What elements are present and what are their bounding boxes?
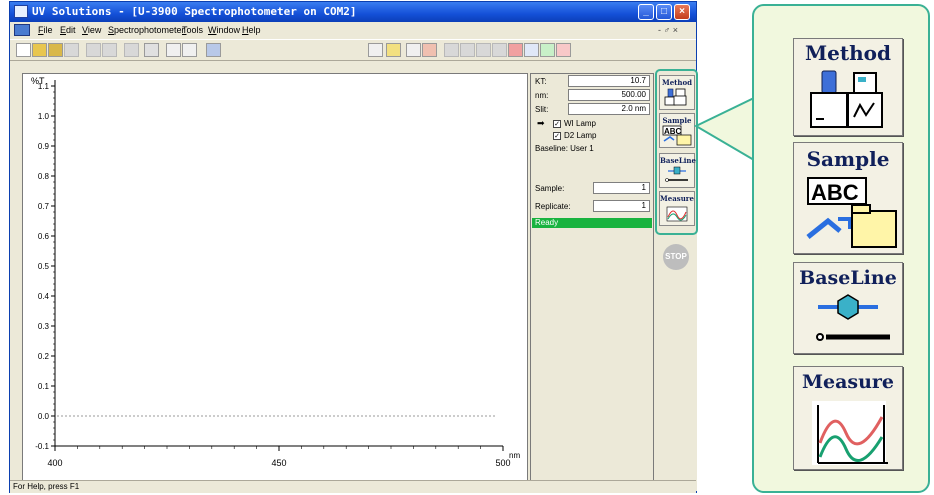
x-tick-label: 400 — [47, 458, 62, 468]
method-large-label: Method — [805, 41, 891, 65]
stop-button[interactable]: STOP — [663, 244, 689, 270]
open-folder-icon[interactable] — [48, 43, 63, 57]
replicate-value: 1 — [593, 200, 650, 212]
kt-label: KT: — [535, 77, 547, 86]
cut-icon[interactable] — [86, 43, 101, 57]
measure-large-label: Measure — [801, 371, 895, 393]
cursor2-icon[interactable] — [460, 43, 475, 57]
y-tick-label: 0.4 — [38, 292, 50, 301]
y-tick-label: 0.7 — [38, 202, 50, 211]
highlight-frame — [655, 69, 698, 235]
paste-icon[interactable] — [124, 43, 139, 57]
maximize-button[interactable]: □ — [656, 4, 672, 20]
y-tick-label: 0.6 — [38, 232, 50, 241]
y-tick-label: 1.0 — [38, 112, 50, 121]
help-question-icon[interactable] — [166, 43, 181, 57]
menu-window[interactable]: Window — [208, 25, 240, 35]
sample-icon-text: ABC — [811, 180, 859, 205]
lambda-icon[interactable] — [406, 43, 421, 57]
scan-icon[interactable] — [368, 43, 383, 57]
cursor-icon[interactable] — [444, 43, 459, 57]
scale-icon[interactable] — [476, 43, 491, 57]
wi-lamp-label: WI Lamp — [564, 119, 597, 128]
baseline-status: Baseline: User 1 — [535, 144, 594, 153]
user-icon[interactable] — [386, 43, 401, 57]
sample-large-icon: ABC — [806, 177, 897, 248]
method-large-icon — [810, 70, 883, 128]
slit-value: 2.0 nm — [568, 103, 650, 115]
baseline-large-label: BaseLine — [799, 267, 897, 289]
peak-icon[interactable] — [492, 43, 507, 57]
minimize-button[interactable]: _ — [638, 4, 654, 20]
add-overlay-icon[interactable] — [540, 43, 555, 57]
plot-svg: %T1.11.00.90.80.70.60.50.40.30.20.10.0-0… — [31, 76, 520, 468]
status-text: For Help, press F1 — [13, 482, 80, 491]
info-panel: KT: 10.7 nm: 500.00 Slit: 2.0 nm ➡ ✓ WI … — [530, 73, 654, 491]
remove-overlay-icon[interactable] — [556, 43, 571, 57]
sample-button-large[interactable]: Sample ABC — [793, 142, 903, 254]
document-icon[interactable] — [14, 24, 30, 36]
sample-value: 1 — [593, 182, 650, 194]
y-tick-label: 0.3 — [38, 322, 50, 331]
save-icon[interactable] — [64, 43, 79, 57]
mdi-controls[interactable]: - ♂ × — [658, 25, 678, 35]
open-icon[interactable] — [32, 43, 47, 57]
y-tick-label: 0.8 — [38, 172, 50, 181]
method-button-large[interactable]: Method — [793, 38, 903, 136]
y-tick-label: 0.2 — [38, 352, 50, 361]
kt-value: 10.7 — [568, 75, 650, 87]
status-ready-bar: Ready — [532, 218, 652, 228]
copy-icon[interactable] — [102, 43, 117, 57]
close-button[interactable]: × — [674, 4, 690, 20]
app-icon — [14, 5, 28, 18]
menu-spectrophotometer[interactable]: Spectrophotometer — [108, 25, 185, 35]
arrow-icon: ➡ — [537, 118, 545, 128]
zero-icon[interactable] — [422, 43, 437, 57]
spectrum-plot[interactable]: %T 1.1 1.0 0.9 0.8 0.7 0.6 0.5 0.4 0.3 0.2 0.1 0.0 -0… — [22, 73, 528, 491]
replicate-label: Replicate: — [535, 202, 571, 211]
nm-label: nm: — [535, 91, 549, 100]
wi-lamp-checkbox[interactable]: ✓ — [553, 120, 561, 128]
zoom-icon[interactable] — [524, 43, 539, 57]
menu-view[interactable]: View — [82, 25, 101, 35]
menu-bar: File Edit View Spectrophotometer Tools W… — [10, 22, 696, 39]
y-tick-label: 0.9 — [38, 142, 50, 151]
nm-value: 500.00 — [568, 89, 650, 101]
y-tick-label: 0.1 — [38, 382, 50, 391]
menu-help[interactable]: Help — [242, 25, 261, 35]
menu-edit[interactable]: Edit — [60, 25, 76, 35]
measure-button-large[interactable]: Measure — [793, 366, 903, 470]
y-tick-label: 0.5 — [38, 262, 50, 271]
y-tick-label: 0.0 — [38, 412, 50, 421]
d2-lamp-label: D2 Lamp — [564, 131, 597, 140]
baseline-large-icon — [816, 294, 890, 341]
new-icon[interactable] — [16, 43, 31, 57]
context-help-icon[interactable] — [182, 43, 197, 57]
toolbar — [10, 39, 696, 61]
slit-label: Slit: — [535, 105, 549, 114]
d2-lamp-checkbox[interactable]: ✓ — [553, 132, 561, 140]
report-icon[interactable] — [206, 43, 221, 57]
grid-icon[interactable] — [508, 43, 523, 57]
x-axis-unit: nm — [509, 451, 520, 460]
y-tick-label: -0.1 — [35, 442, 49, 451]
measure-large-icon — [812, 401, 888, 465]
y-tick-label: 1.1 — [38, 82, 50, 91]
menu-file[interactable]: File — [38, 25, 53, 35]
status-bar: For Help, press F1 — [10, 480, 696, 493]
menu-tools[interactable]: Tools — [182, 25, 203, 35]
app-window: UV Solutions - [U-3900 Spectrophotometer… — [9, 1, 698, 493]
x-tick-label: 450 — [271, 458, 286, 468]
sample-label: Sample: — [535, 184, 565, 193]
sample-large-label: Sample — [806, 147, 890, 171]
baseline-button-large[interactable]: BaseLine — [793, 262, 903, 354]
window-title: UV Solutions - [U-3900 Spectrophotometer… — [32, 5, 357, 18]
callout-panel: Method Sample ABC BaseLine Measure — [752, 4, 930, 493]
title-bar: UV Solutions - [U-3900 Spectrophotometer… — [10, 2, 696, 22]
binoculars-icon[interactable] — [144, 43, 159, 57]
